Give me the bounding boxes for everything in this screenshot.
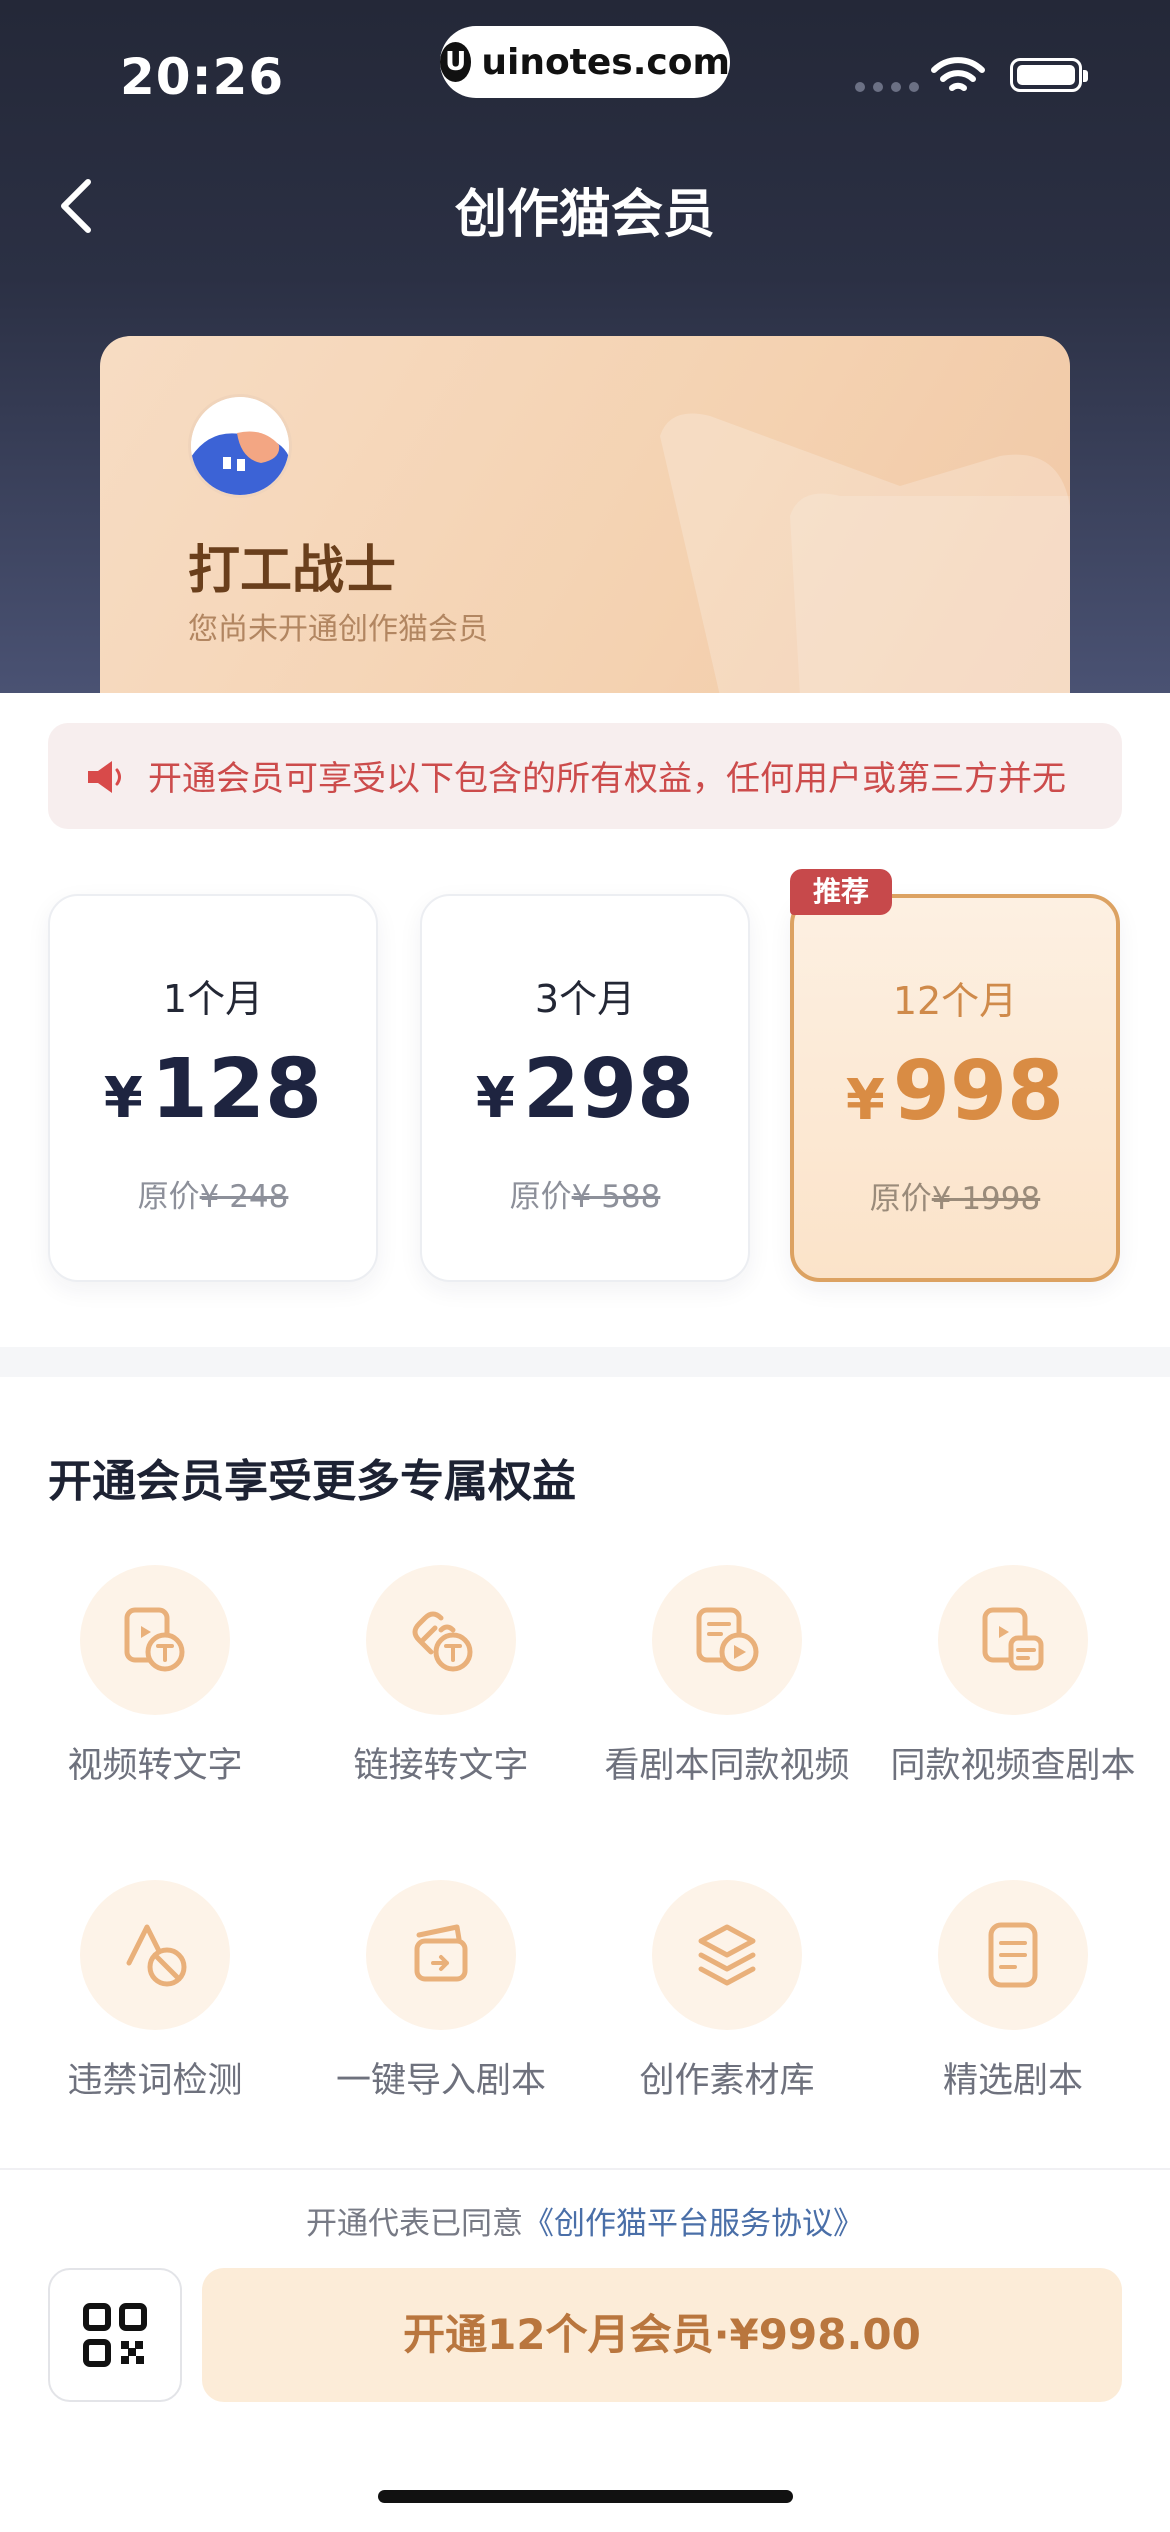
plan-12-months[interactable]: 12个月 ¥998 原价¥ 1998 [790,894,1120,1282]
script-video-icon [696,1607,759,1672]
site-watermark: U uinotes.com [440,26,730,98]
feature-label: 违禁词检测 [67,2061,243,2101]
plan-duration: 12个月 [892,979,1018,1023]
plan-1-month[interactable]: 1个月 ¥128 原价¥ 248 [48,894,378,1282]
username: 打工战士 [188,541,397,601]
video-script-search-icon [982,1607,1044,1671]
plan-original-price: 原价¥ 588 [509,1179,661,1215]
plan-original-price: 原价¥ 1998 [869,1181,1041,1217]
feature-label: 看剧本同款视频 [604,1746,850,1786]
feature-featured-script[interactable]: 精选剧本 [870,1880,1156,2103]
video-to-text-icon [124,1607,185,1672]
plan-3-months[interactable]: 3个月 ¥298 原价¥ 588 [420,894,750,1282]
subscribe-button[interactable]: 开通12个月会员·¥998.00 [202,2268,1122,2402]
import-script-icon [414,1924,468,1982]
recommended-badge: 推荐 [790,869,892,915]
site-name: uinotes.com [481,41,730,83]
notice-banner: 开通会员可享受以下包含的所有权益，任何用户或第三方并无 [48,723,1122,829]
feature-link-to-text[interactable]: 链接转文字 [298,1565,584,1788]
qr-code-button[interactable] [48,2268,182,2402]
card-decoration-icon [660,413,1070,693]
benefits-title: 开通会员享受更多专属权益 [48,1456,576,1507]
plan-duration: 1个月 [162,977,264,1021]
feature-label: 链接转文字 [353,1746,529,1786]
home-indicator [378,2490,793,2503]
site-logo-icon: U [440,42,472,82]
footer-divider [0,2168,1170,2170]
avatar[interactable] [188,394,292,498]
feature-banned-word[interactable]: 违禁词检测 [12,1880,298,2103]
banned-word-icon [126,1924,187,1987]
status-time: 20:26 [120,48,285,106]
wifi-icon [931,57,985,91]
feature-video-script-search[interactable]: 同款视频查剧本 [870,1565,1156,1788]
cellular-signal-icon [855,82,919,92]
notice-text: 开通会员可享受以下包含的所有权益，任何用户或第三方并无 [148,759,1066,799]
plan-duration: 3个月 [534,977,636,1021]
link-to-text-icon [412,1611,473,1672]
membership-status: 您尚未开通创作猫会员 [188,612,488,647]
feature-material-library[interactable]: 创作素材库 [584,1880,870,2103]
section-divider [0,1347,1170,1377]
feature-script-video[interactable]: 看剧本同款视频 [584,1565,870,1788]
feature-label: 精选剧本 [942,2061,1083,2101]
feature-video-to-text[interactable]: 视频转文字 [12,1565,298,1788]
speaker-icon [88,761,121,793]
feature-label: 视频转文字 [67,1746,243,1786]
plan-original-price: 原价¥ 248 [137,1179,289,1215]
feature-label: 同款视频查剧本 [890,1746,1136,1786]
featured-script-icon [988,1922,1038,1988]
feature-import-script[interactable]: 一键导入剧本 [298,1880,584,2103]
page-title: 创作猫会员 [454,185,715,245]
material-library-icon [698,1924,756,1986]
feature-label: 一键导入剧本 [335,2061,546,2101]
feature-label: 创作素材库 [639,2061,815,2101]
plan-price: ¥998 [845,1044,1065,1139]
plan-price: ¥298 [475,1042,695,1137]
agreement-text: 开通代表已同意《创作猫平台服务协议》 [306,2206,864,2242]
plan-price: ¥128 [103,1042,323,1137]
qr-code-icon [83,2303,147,2367]
battery-icon [1010,58,1088,92]
agreement-link[interactable]: 《创作猫平台服务协议》 [523,2206,864,2242]
member-card: 打工战士 您尚未开通创作猫会员 [100,336,1070,693]
